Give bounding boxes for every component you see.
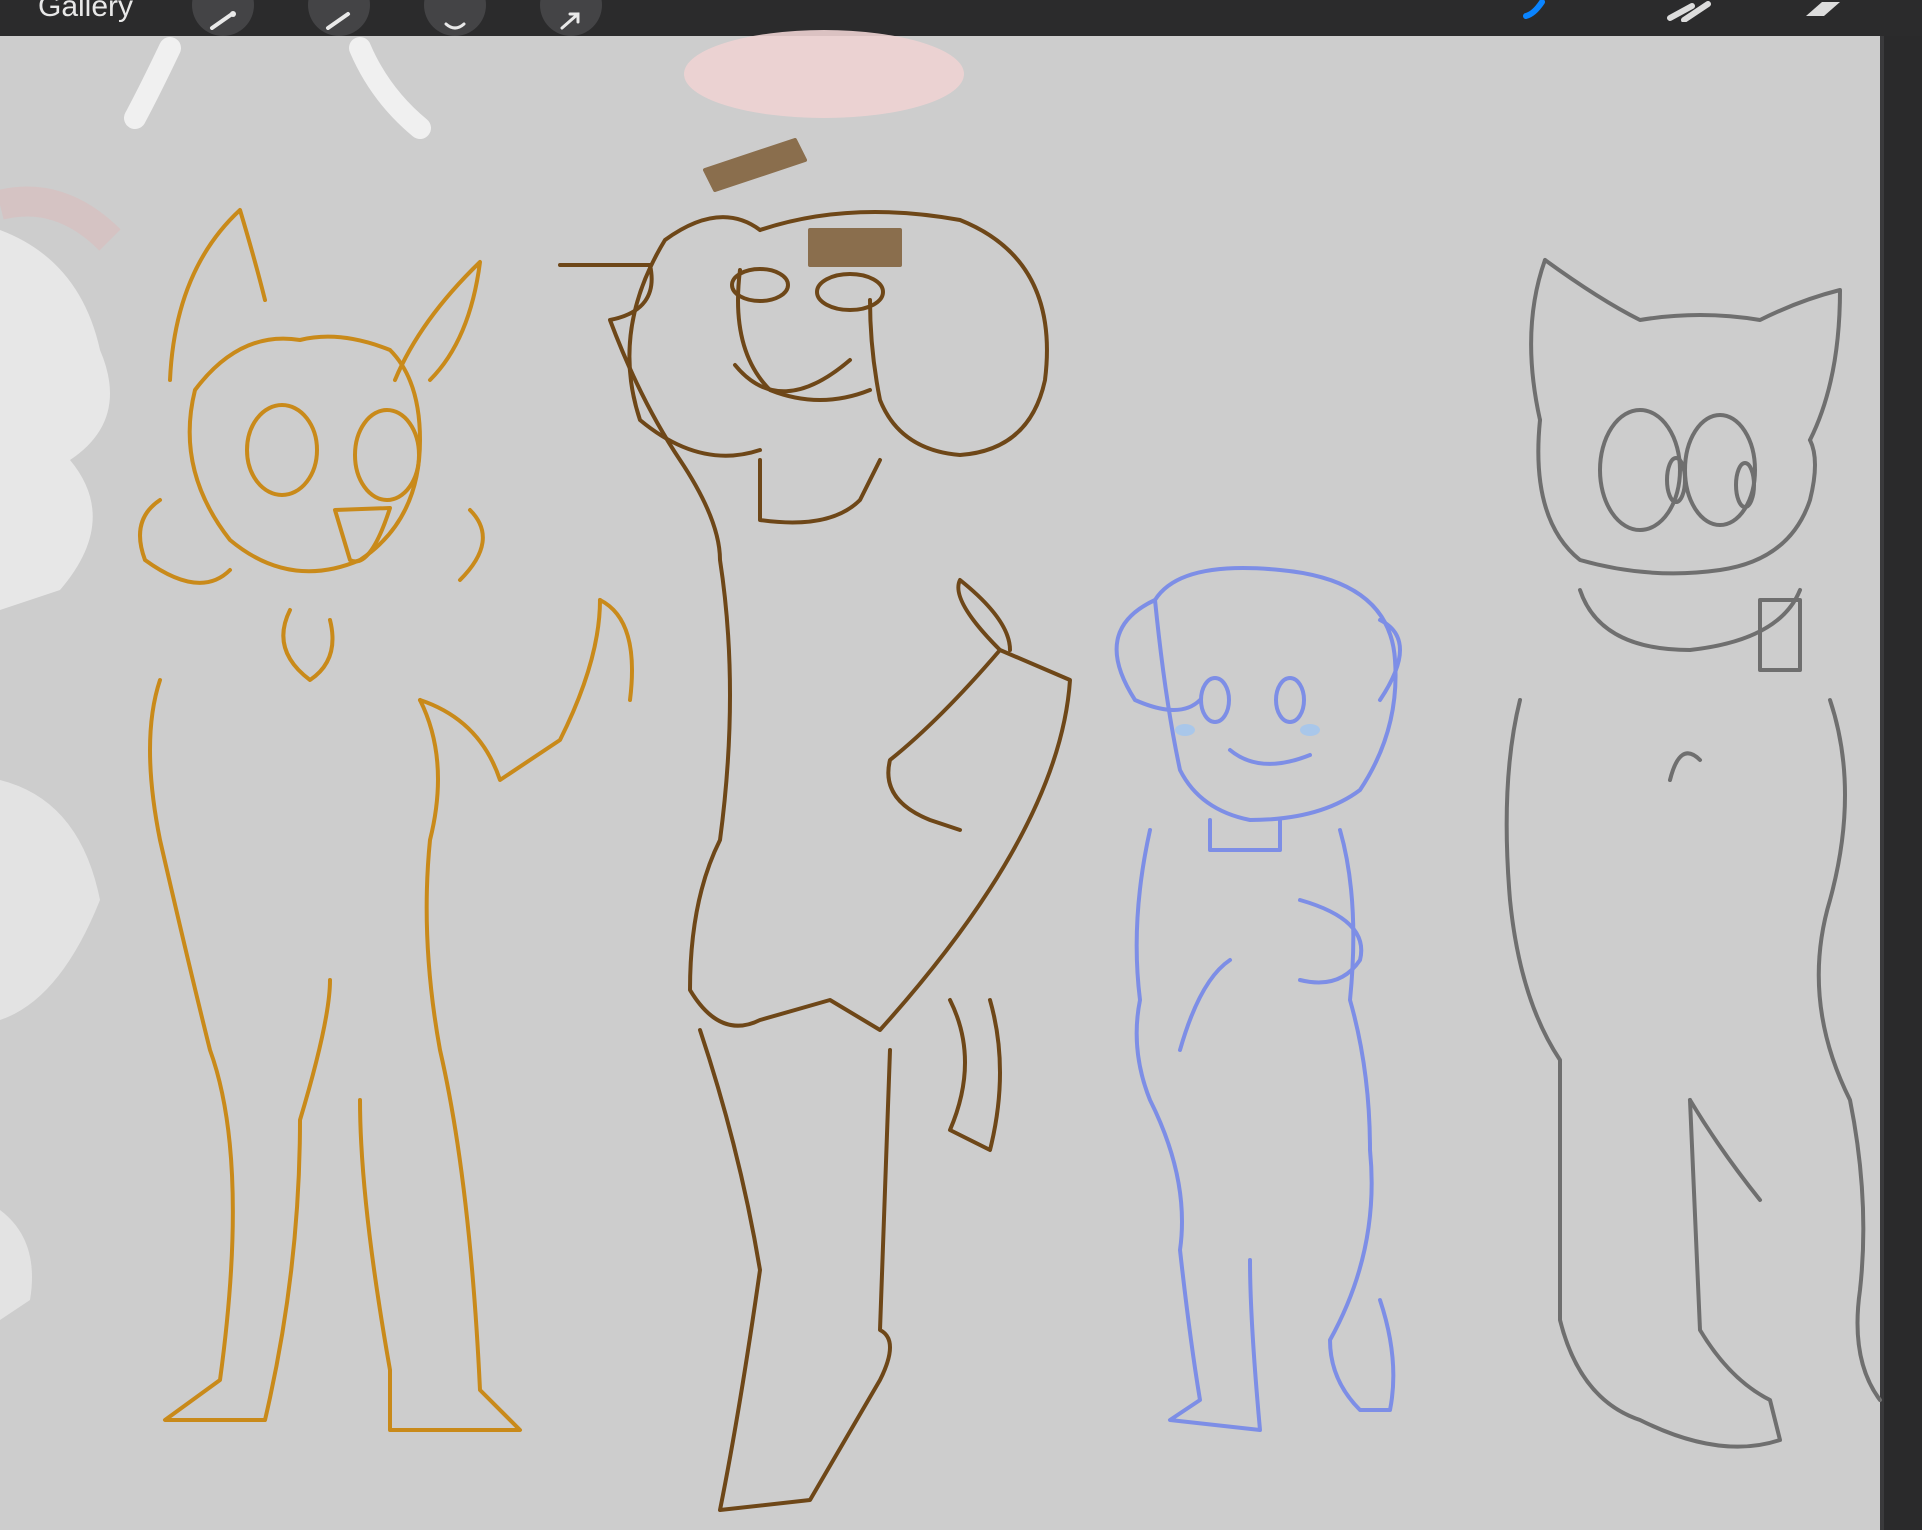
dog-character [558, 138, 1072, 1512]
background-doodles [0, 30, 964, 1320]
cat-girl-character [1114, 566, 1402, 1432]
fox-character [138, 208, 634, 1432]
cat-phone-character [1504, 258, 1882, 1449]
sketch-artwork [0, 30, 1882, 1512]
